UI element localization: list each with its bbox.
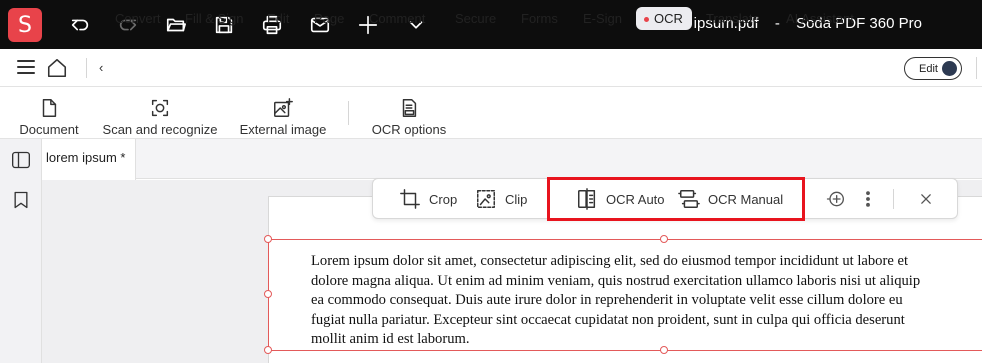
app-logo-letter: S: [18, 12, 32, 38]
ocr-manual-label: OCR Manual: [708, 191, 784, 207]
hamburger-menu-icon[interactable]: [17, 60, 35, 74]
resize-handle-top-left[interactable]: [264, 235, 272, 243]
close-icon[interactable]: [916, 189, 936, 209]
menu-ai-assistant[interactable]: AI Assistant: [786, 11, 854, 26]
document-tab-strip: [42, 139, 982, 179]
add-region-icon[interactable]: [825, 189, 845, 209]
undo-icon[interactable]: [67, 12, 93, 38]
scan-icon: [151, 99, 169, 117]
ocr-manual-icon: [678, 190, 700, 208]
document-body-text: Lorem ipsum dolor sit amet, consectetur …: [311, 252, 982, 350]
menu-forms[interactable]: Forms: [521, 11, 558, 26]
text-line: ea commodo consequat. Duis aute irure do…: [311, 292, 903, 309]
document-button-label: Document: [19, 122, 79, 137]
crop-label: Crop: [429, 191, 458, 207]
menu-translate[interactable]: Translate: [706, 11, 760, 26]
toggle-knob: [942, 61, 957, 76]
menu-ocr[interactable]: OCR: [636, 7, 692, 30]
ocr-options-icon: [402, 99, 417, 117]
ocr-auto-label: OCR Auto: [606, 191, 665, 207]
menu-comment[interactable]: Comment: [369, 11, 425, 26]
app-logo[interactable]: S: [8, 8, 42, 42]
text-line: Lorem ipsum dolor sit amet, consectetur …: [311, 253, 908, 269]
menu-divider: [86, 58, 87, 78]
edit-toggle-label: Edit: [919, 62, 938, 75]
ribbon-divider: [348, 101, 349, 125]
clip-icon: [477, 190, 495, 208]
edit-mode-toggle[interactable]: Edit: [904, 57, 962, 80]
document-icon: [42, 99, 57, 117]
image-add-icon: [274, 98, 293, 117]
crop-button[interactable]: Crop: [399, 188, 457, 210]
crop-icon: [400, 189, 420, 209]
menu-edit[interactable]: Edit: [267, 11, 289, 26]
resize-handle-top-middle[interactable]: [660, 235, 668, 243]
toolbar-divider: [893, 189, 894, 209]
scan-and-recognize-label: Scan and recognize: [102, 122, 218, 137]
more-options-icon[interactable]: [858, 189, 878, 209]
panel-toggle-icon[interactable]: [11, 149, 31, 171]
text-line: mollit anim id est laborum.: [311, 331, 470, 348]
menu-bar: [0, 49, 982, 87]
text-line: dolore magna aliqua. Ut enim ad minim ve…: [311, 272, 921, 289]
menu-convert[interactable]: Convert: [115, 11, 161, 26]
home-icon[interactable]: [46, 57, 68, 79]
scroll-left-chevron-icon[interactable]: ‹: [99, 60, 103, 75]
ocr-auto-icon: [578, 188, 596, 210]
ocr-floating-toolbar: Crop Clip OCR Auto OCR Manual: [372, 178, 958, 219]
external-image-label: External image: [239, 122, 327, 137]
menu-esign[interactable]: E-Sign: [583, 11, 622, 26]
ocr-options-button[interactable]: OCR options: [371, 92, 447, 142]
menu-page[interactable]: Page: [314, 11, 344, 26]
title-separator: -: [774, 15, 780, 32]
clip-label: Clip: [505, 191, 528, 207]
document-button[interactable]: Document: [17, 92, 81, 142]
document-tab[interactable]: lorem ipsum *: [42, 139, 136, 180]
external-image-button[interactable]: External image: [238, 92, 328, 142]
bookmark-icon[interactable]: [11, 189, 31, 211]
text-line: fugiat nulla pariatur. Excepteur sint oc…: [311, 311, 905, 328]
ocr-options-label: OCR options: [371, 122, 447, 137]
ocr-manual-button[interactable]: OCR Manual: [678, 188, 783, 210]
ocr-auto-button[interactable]: OCR Auto: [576, 188, 665, 210]
resize-handle-middle-left[interactable]: [264, 290, 272, 298]
menu-secure[interactable]: Secure: [455, 11, 496, 26]
menu-right-divider: [976, 57, 977, 79]
scan-and-recognize-button[interactable]: Scan and recognize: [99, 92, 221, 142]
menu-fill-sign[interactable]: Fill & Sign: [185, 11, 244, 26]
clip-button[interactable]: Clip: [475, 188, 527, 210]
resize-handle-bottom-left[interactable]: [264, 346, 272, 354]
left-rail: [0, 139, 42, 363]
